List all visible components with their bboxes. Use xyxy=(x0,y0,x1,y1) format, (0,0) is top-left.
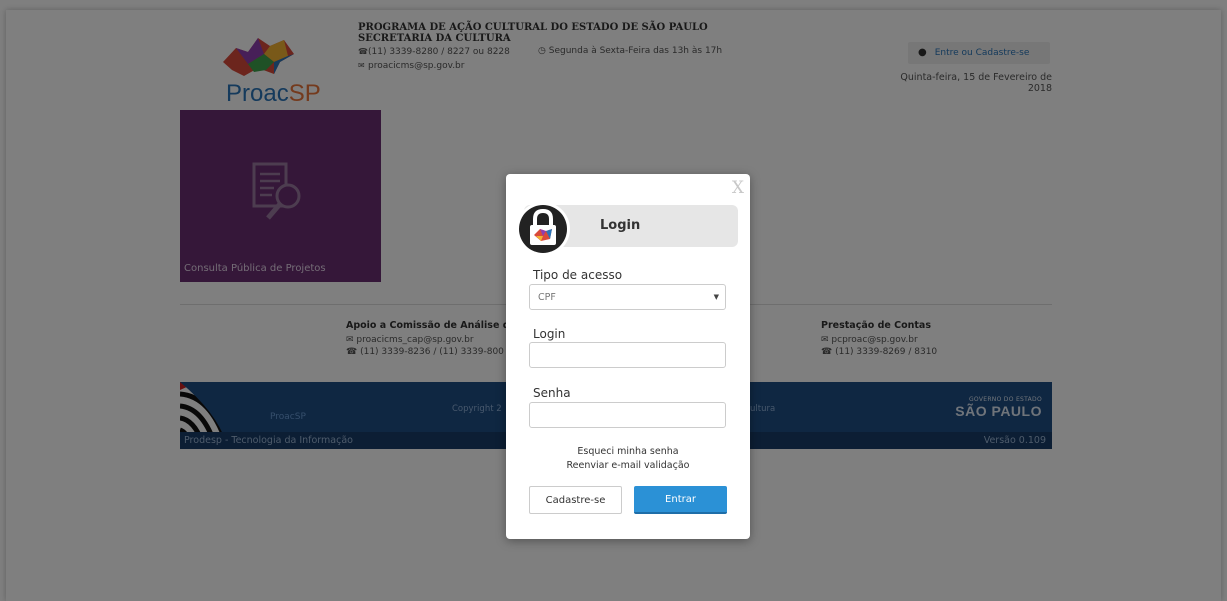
access-type-value: CPF xyxy=(538,292,556,303)
caret-down-icon: ▼ xyxy=(713,293,719,301)
access-type-select[interactable]: CPF ▼ xyxy=(529,284,726,310)
login-modal: X Login Tipo de acesso CPF ▼ Login Senha… xyxy=(506,174,750,539)
password-label: Senha xyxy=(533,386,571,400)
password-input[interactable] xyxy=(529,402,726,428)
register-button[interactable]: Cadastre-se xyxy=(529,486,622,514)
submit-button[interactable]: Entrar xyxy=(634,486,727,514)
login-input[interactable] xyxy=(529,342,726,368)
login-label: Login xyxy=(533,327,566,341)
access-type-label: Tipo de acesso xyxy=(533,268,623,282)
forgot-password-link[interactable]: Esqueci minha senha xyxy=(506,446,750,457)
lock-icon xyxy=(516,202,570,256)
resend-validation-link[interactable]: Reenviar e-mail validação xyxy=(506,460,750,471)
modal-title: Login xyxy=(600,218,641,233)
close-icon[interactable]: X xyxy=(732,178,744,198)
